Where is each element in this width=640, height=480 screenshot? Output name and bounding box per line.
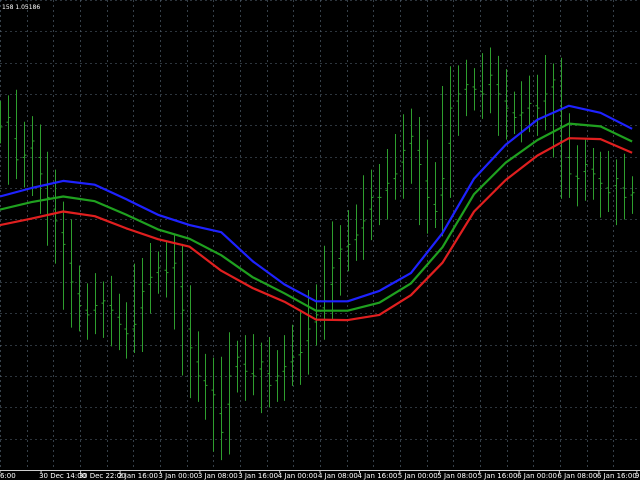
x-tick-label: 5 Jan 00:00 — [398, 472, 438, 480]
x-tick-label: 5 Jan 16:00 — [478, 472, 518, 480]
price-info-label: 158 1.05186 — [2, 4, 40, 11]
x-tick-label: 6:00 — [0, 472, 16, 480]
price-chart: 6:00 30 Dec 14:0030 Dec 22:002 Jan 16:00 3… — [0, 0, 640, 480]
x-tick-label: 2 Jan 16:00 — [118, 472, 158, 480]
x-tick-label: 4 Jan 08:00 — [318, 472, 358, 480]
x-tick-label: 3 Jan 00:00 — [158, 472, 198, 480]
x-tick-label: 6 Jan 00:00 — [517, 472, 557, 480]
x-tick-label: 3 Jan 08:00 — [198, 472, 238, 480]
x-tick-label: 9 Jan 01:00 — [635, 472, 640, 480]
x-axis: 6:00 30 Dec 14:0030 Dec 22:002 Jan 16:00 3… — [0, 470, 640, 480]
plot-background — [0, 0, 640, 480]
x-tick-label: 3 Jan 16:00 — [238, 472, 278, 480]
x-tick-label: 4 Jan 16:00 — [358, 472, 398, 480]
x-tick-label: 6 Jan 08:00 — [557, 472, 597, 480]
x-tick-label: 4 Jan 00:00 — [278, 472, 318, 480]
x-tick-label: 5 Jan 08:00 — [437, 472, 477, 480]
x-tick-label: 6 Jan 16:00 — [597, 472, 637, 480]
